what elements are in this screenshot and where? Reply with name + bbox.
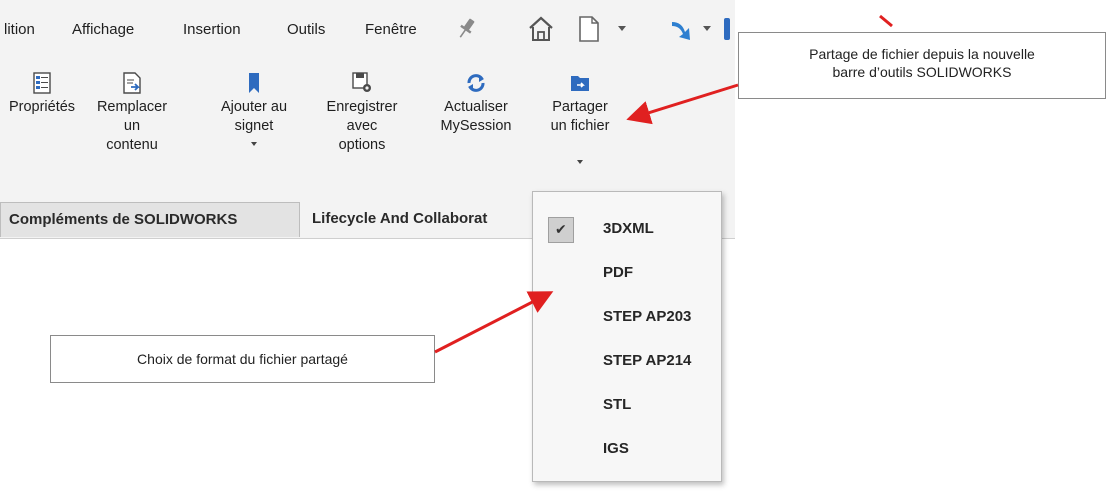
arrow-fragment <box>879 14 893 28</box>
callout-format-choice: Choix de format du fichier partagé <box>50 335 435 383</box>
chevron-down-icon[interactable] <box>618 26 626 32</box>
format-option-igs[interactable]: IGS <box>533 428 721 472</box>
menu-insertion[interactable]: Insertion <box>183 21 241 38</box>
replace-content-label: Remplacer un contenu <box>96 99 168 153</box>
save-with-options-button[interactable]: Enregistrer avec options <box>312 72 412 155</box>
ribbon-toolbar: Propriétés Remplacer un contenu Ajouter … <box>0 62 735 194</box>
tab-solidworks-addins[interactable]: Compléments de SOLIDWORKS <box>0 202 300 237</box>
callout-format-choice-text: Choix de format du fichier partagé <box>137 351 348 367</box>
chevron-down-icon[interactable] <box>703 26 711 32</box>
chevron-down-icon[interactable] <box>251 142 257 146</box>
format-option-pdf[interactable]: PDF <box>533 252 721 296</box>
menu-edition[interactable]: lition <box>4 21 35 38</box>
add-bookmark-label: Ajouter au signet <box>220 99 288 134</box>
share-format-dropdown: ✔ 3DXML PDF STEP AP203 STEP AP214 STL IG… <box>532 191 722 482</box>
bookmark-icon <box>249 73 259 93</box>
new-document-icon[interactable] <box>576 14 602 44</box>
tab-lifecycle-collaboration[interactable]: Lifecycle And Collaborat <box>304 202 536 236</box>
share-file-icon <box>571 76 589 91</box>
replace-content-icon <box>123 72 141 94</box>
replace-content-button[interactable]: Remplacer un contenu <box>88 72 176 155</box>
refresh-mysession-button[interactable]: Actualiser MySession <box>428 72 524 136</box>
save-with-options-label: Enregistrer avec options <box>326 99 398 153</box>
properties-label: Propriétés <box>8 99 76 115</box>
properties-icon <box>33 72 51 94</box>
home-icon[interactable] <box>526 14 556 44</box>
menu-bar: lition Affichage Insertion Outils Fenêtr… <box>0 0 735 62</box>
chevron-down-icon[interactable] <box>577 160 583 164</box>
refresh-mysession-label: Actualiser MySession <box>440 99 512 134</box>
save-icon[interactable] <box>722 16 732 42</box>
callout-share-toolbar-text: Partage de fichier depuis la nouvelle ba… <box>809 46 1035 80</box>
properties-button[interactable]: Propriétés <box>4 72 80 117</box>
format-option-stl[interactable]: STL <box>533 384 721 428</box>
menu-fenetre[interactable]: Fenêtre <box>365 21 417 38</box>
callout-share-toolbar: Partage de fichier depuis la nouvelle ba… <box>738 32 1106 99</box>
solidworks-ui-crop: lition Affichage Insertion Outils Fenêtr… <box>0 0 735 496</box>
refresh-icon <box>467 74 485 92</box>
save-options-icon <box>352 72 371 92</box>
format-option-3dxml[interactable]: ✔ 3DXML <box>533 208 721 252</box>
menu-outils[interactable]: Outils <box>287 21 325 38</box>
check-icon: ✔ <box>548 217 574 243</box>
share-file-label: Partager un fichier <box>550 99 610 134</box>
format-option-step-ap214[interactable]: STEP AP214 <box>533 340 721 384</box>
menu-affichage[interactable]: Affichage <box>72 21 134 38</box>
format-option-step-ap203[interactable]: STEP AP203 <box>533 296 721 340</box>
add-bookmark-button[interactable]: Ajouter au signet <box>208 72 300 146</box>
share-file-button[interactable]: Partager un fichier <box>534 72 626 164</box>
pin-icon[interactable] <box>454 15 478 43</box>
open-arrow-icon[interactable] <box>668 14 698 44</box>
